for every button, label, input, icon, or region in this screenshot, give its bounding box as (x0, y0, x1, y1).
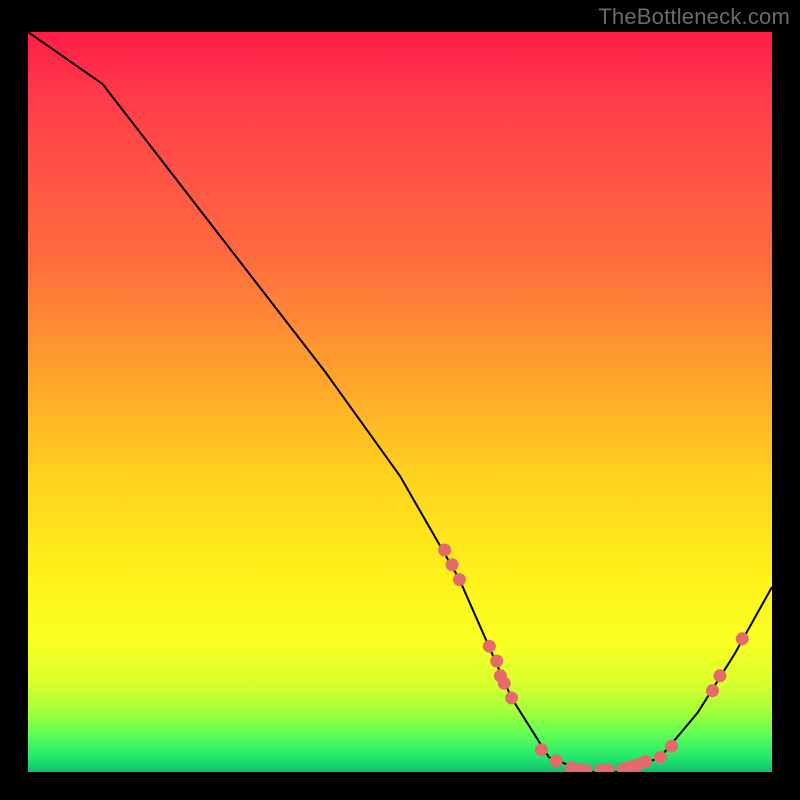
data-marker (454, 574, 466, 586)
data-marker (736, 633, 748, 645)
attribution-text: TheBottleneck.com (598, 4, 790, 30)
plot-area (28, 32, 772, 772)
data-marker (506, 692, 518, 704)
curve-svg (28, 32, 772, 772)
data-marker (535, 744, 547, 756)
data-marker (446, 559, 458, 571)
data-marker (483, 640, 495, 652)
marker-layer (439, 544, 749, 772)
data-marker (491, 655, 503, 667)
data-marker (602, 764, 614, 772)
data-marker (640, 756, 652, 768)
data-marker (707, 685, 719, 697)
data-marker (439, 544, 451, 556)
data-marker (714, 670, 726, 682)
bottleneck-curve-path (28, 32, 772, 772)
data-marker (550, 755, 562, 767)
data-marker (580, 765, 592, 773)
chart-container: TheBottleneck.com (0, 0, 800, 800)
data-marker (498, 677, 510, 689)
data-marker (666, 740, 678, 752)
data-marker (654, 751, 666, 763)
